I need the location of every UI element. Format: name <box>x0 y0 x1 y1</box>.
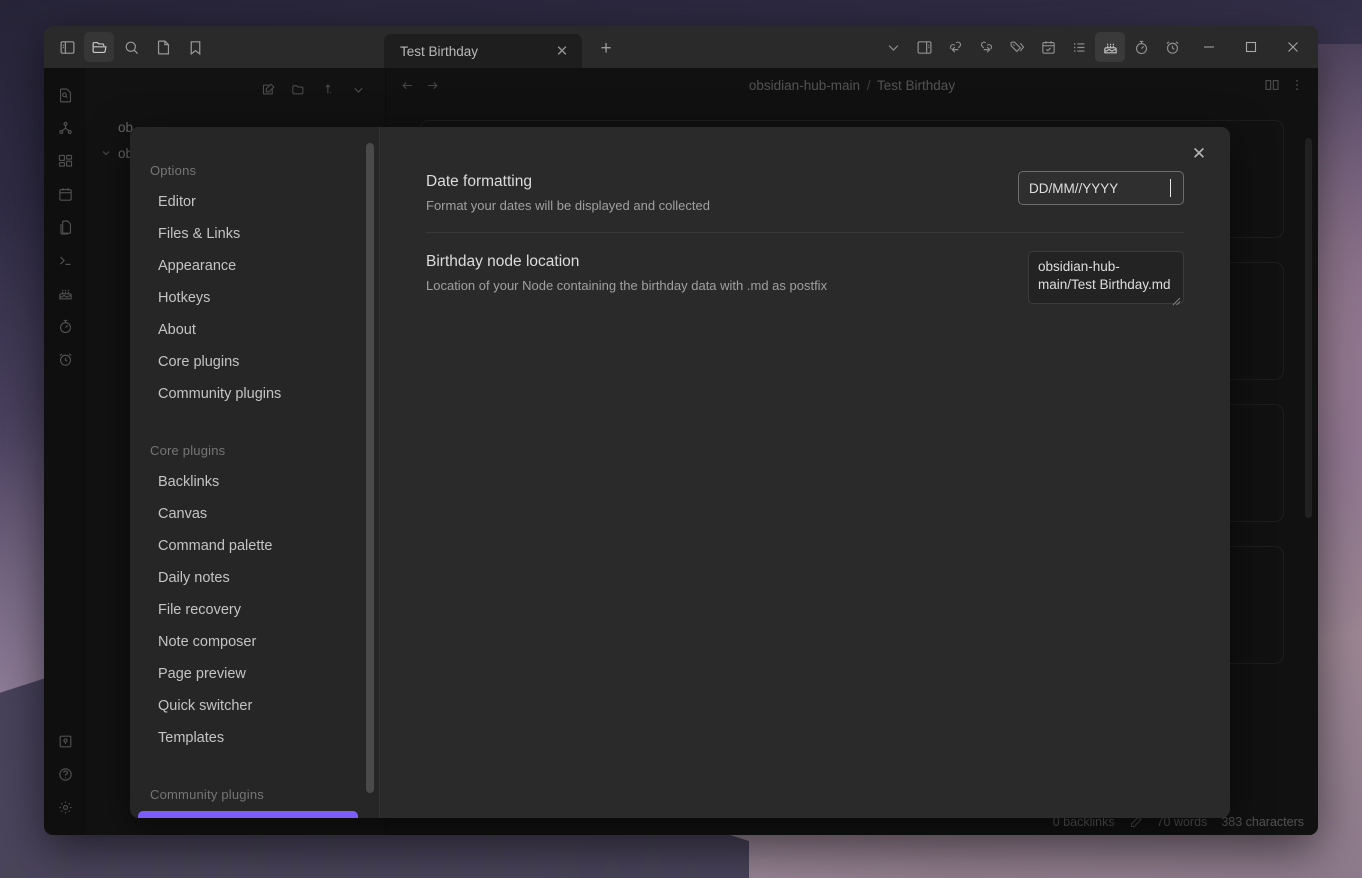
date-format-input[interactable] <box>1018 171 1184 205</box>
settings-sidebar: Options Editor Files & Links Appearance … <box>130 127 380 818</box>
setting-info: Date formatting Format your dates will b… <box>426 171 710 214</box>
app-body: ob ob obsidian-hub-main / Test Birthday … <box>44 68 1318 835</box>
settings-group-header-community-plugins: Community plugins <box>150 787 264 802</box>
toggle-right-sidebar-icon[interactable] <box>909 32 939 62</box>
toggle-left-sidebar-icon[interactable] <box>52 32 82 62</box>
settings-group-header-core-plugins: Core plugins <box>150 443 226 458</box>
settings-sidebar-scroll: Options Editor Files & Links Appearance … <box>130 157 380 818</box>
sidebar-item-files-and-links[interactable]: Files & Links <box>138 219 358 250</box>
list-icon[interactable] <box>1064 32 1094 62</box>
sidebar-item-canvas[interactable]: Canvas <box>138 499 358 530</box>
settings-group-header-options: Options <box>150 163 197 178</box>
birthday-node-location-textarea[interactable] <box>1028 251 1184 304</box>
settings-group-gap <box>130 411 366 437</box>
tab-label: Test Birthday <box>400 43 479 59</box>
new-tab-button[interactable]: + <box>592 35 620 63</box>
tags-icon[interactable] <box>1002 32 1032 62</box>
titlebar-right-toolbar <box>878 26 1318 68</box>
sidebar-item-backlinks[interactable]: Backlinks <box>138 467 358 498</box>
sidebar-item-quick-switcher[interactable]: Quick switcher <box>138 691 358 722</box>
calendar-check-icon[interactable] <box>1033 32 1063 62</box>
minimize-button[interactable] <box>1188 41 1230 53</box>
window-controls <box>1188 41 1314 53</box>
close-button[interactable] <box>1272 41 1314 53</box>
settings-sidebar-scrollbar[interactable] <box>366 143 374 793</box>
sidebar-item-core-plugins[interactable]: Core plugins <box>138 347 358 378</box>
bookmark-icon[interactable] <box>180 32 210 62</box>
sidebar-item-about[interactable]: About <box>138 315 358 346</box>
setting-description: Location of your Node containing the bir… <box>426 278 828 293</box>
close-icon[interactable]: ✕ <box>1186 141 1212 167</box>
text-cursor <box>1170 179 1171 197</box>
file-icon[interactable] <box>148 32 178 62</box>
setting-row-birthday-node-location: Birthday node location Location of your … <box>426 232 1184 327</box>
tab-close-icon[interactable]: ✕ <box>550 39 574 63</box>
titlebar-left-toolbar <box>44 26 384 68</box>
sidebar-item-note-composer[interactable]: Note composer <box>138 627 358 658</box>
folder-icon[interactable] <box>84 32 114 62</box>
tab-strip: Test Birthday ✕ + <box>384 26 878 68</box>
chevron-down-icon[interactable] <box>878 32 908 62</box>
link-back-icon[interactable] <box>940 32 970 62</box>
sidebar-item-templates[interactable]: Templates <box>138 723 358 754</box>
timer-icon[interactable] <box>1126 32 1156 62</box>
sidebar-item-command-palette[interactable]: Command palette <box>138 531 358 562</box>
alarm-clock-icon[interactable] <box>1157 32 1187 62</box>
settings-content: ✕ Date formatting Format your dates will… <box>380 127 1230 818</box>
sidebar-item-page-preview[interactable]: Page preview <box>138 659 358 690</box>
settings-group-gap <box>130 755 366 781</box>
birthday-node-textarea-wrapper <box>1028 251 1184 309</box>
obsidian-window: Test Birthday ✕ + ob ob obsidian-hub-mai… <box>44 26 1318 835</box>
setting-title: Date formatting <box>426 173 532 190</box>
title-bar: Test Birthday ✕ + <box>44 26 1318 68</box>
birthday-cake-icon[interactable] <box>1095 32 1125 62</box>
sidebar-item-appearance[interactable]: Appearance <box>138 251 358 282</box>
settings-modal: Options Editor Files & Links Appearance … <box>130 127 1230 818</box>
search-icon[interactable] <box>116 32 146 62</box>
tab-test-birthday[interactable]: Test Birthday ✕ <box>384 34 582 68</box>
setting-description: Format your dates will be displayed and … <box>426 198 710 213</box>
setting-info: Birthday node location Location of your … <box>426 251 827 294</box>
setting-title: Birthday node location <box>426 253 580 270</box>
link-forward-icon[interactable] <box>971 32 1001 62</box>
sidebar-item-file-recovery[interactable]: File recovery <box>138 595 358 626</box>
sidebar-item-editor[interactable]: Editor <box>138 187 358 218</box>
sidebar-item-community-plugins[interactable]: Community plugins <box>138 379 358 410</box>
sidebar-item-birthday-tracker[interactable]: Birthday-Tracker <box>138 811 358 818</box>
date-format-input-wrapper <box>1018 171 1184 205</box>
setting-row-date-formatting: Date formatting Format your dates will b… <box>426 153 1184 232</box>
sidebar-item-daily-notes[interactable]: Daily notes <box>138 563 358 594</box>
maximize-button[interactable] <box>1230 41 1272 53</box>
sidebar-item-hotkeys[interactable]: Hotkeys <box>138 283 358 314</box>
